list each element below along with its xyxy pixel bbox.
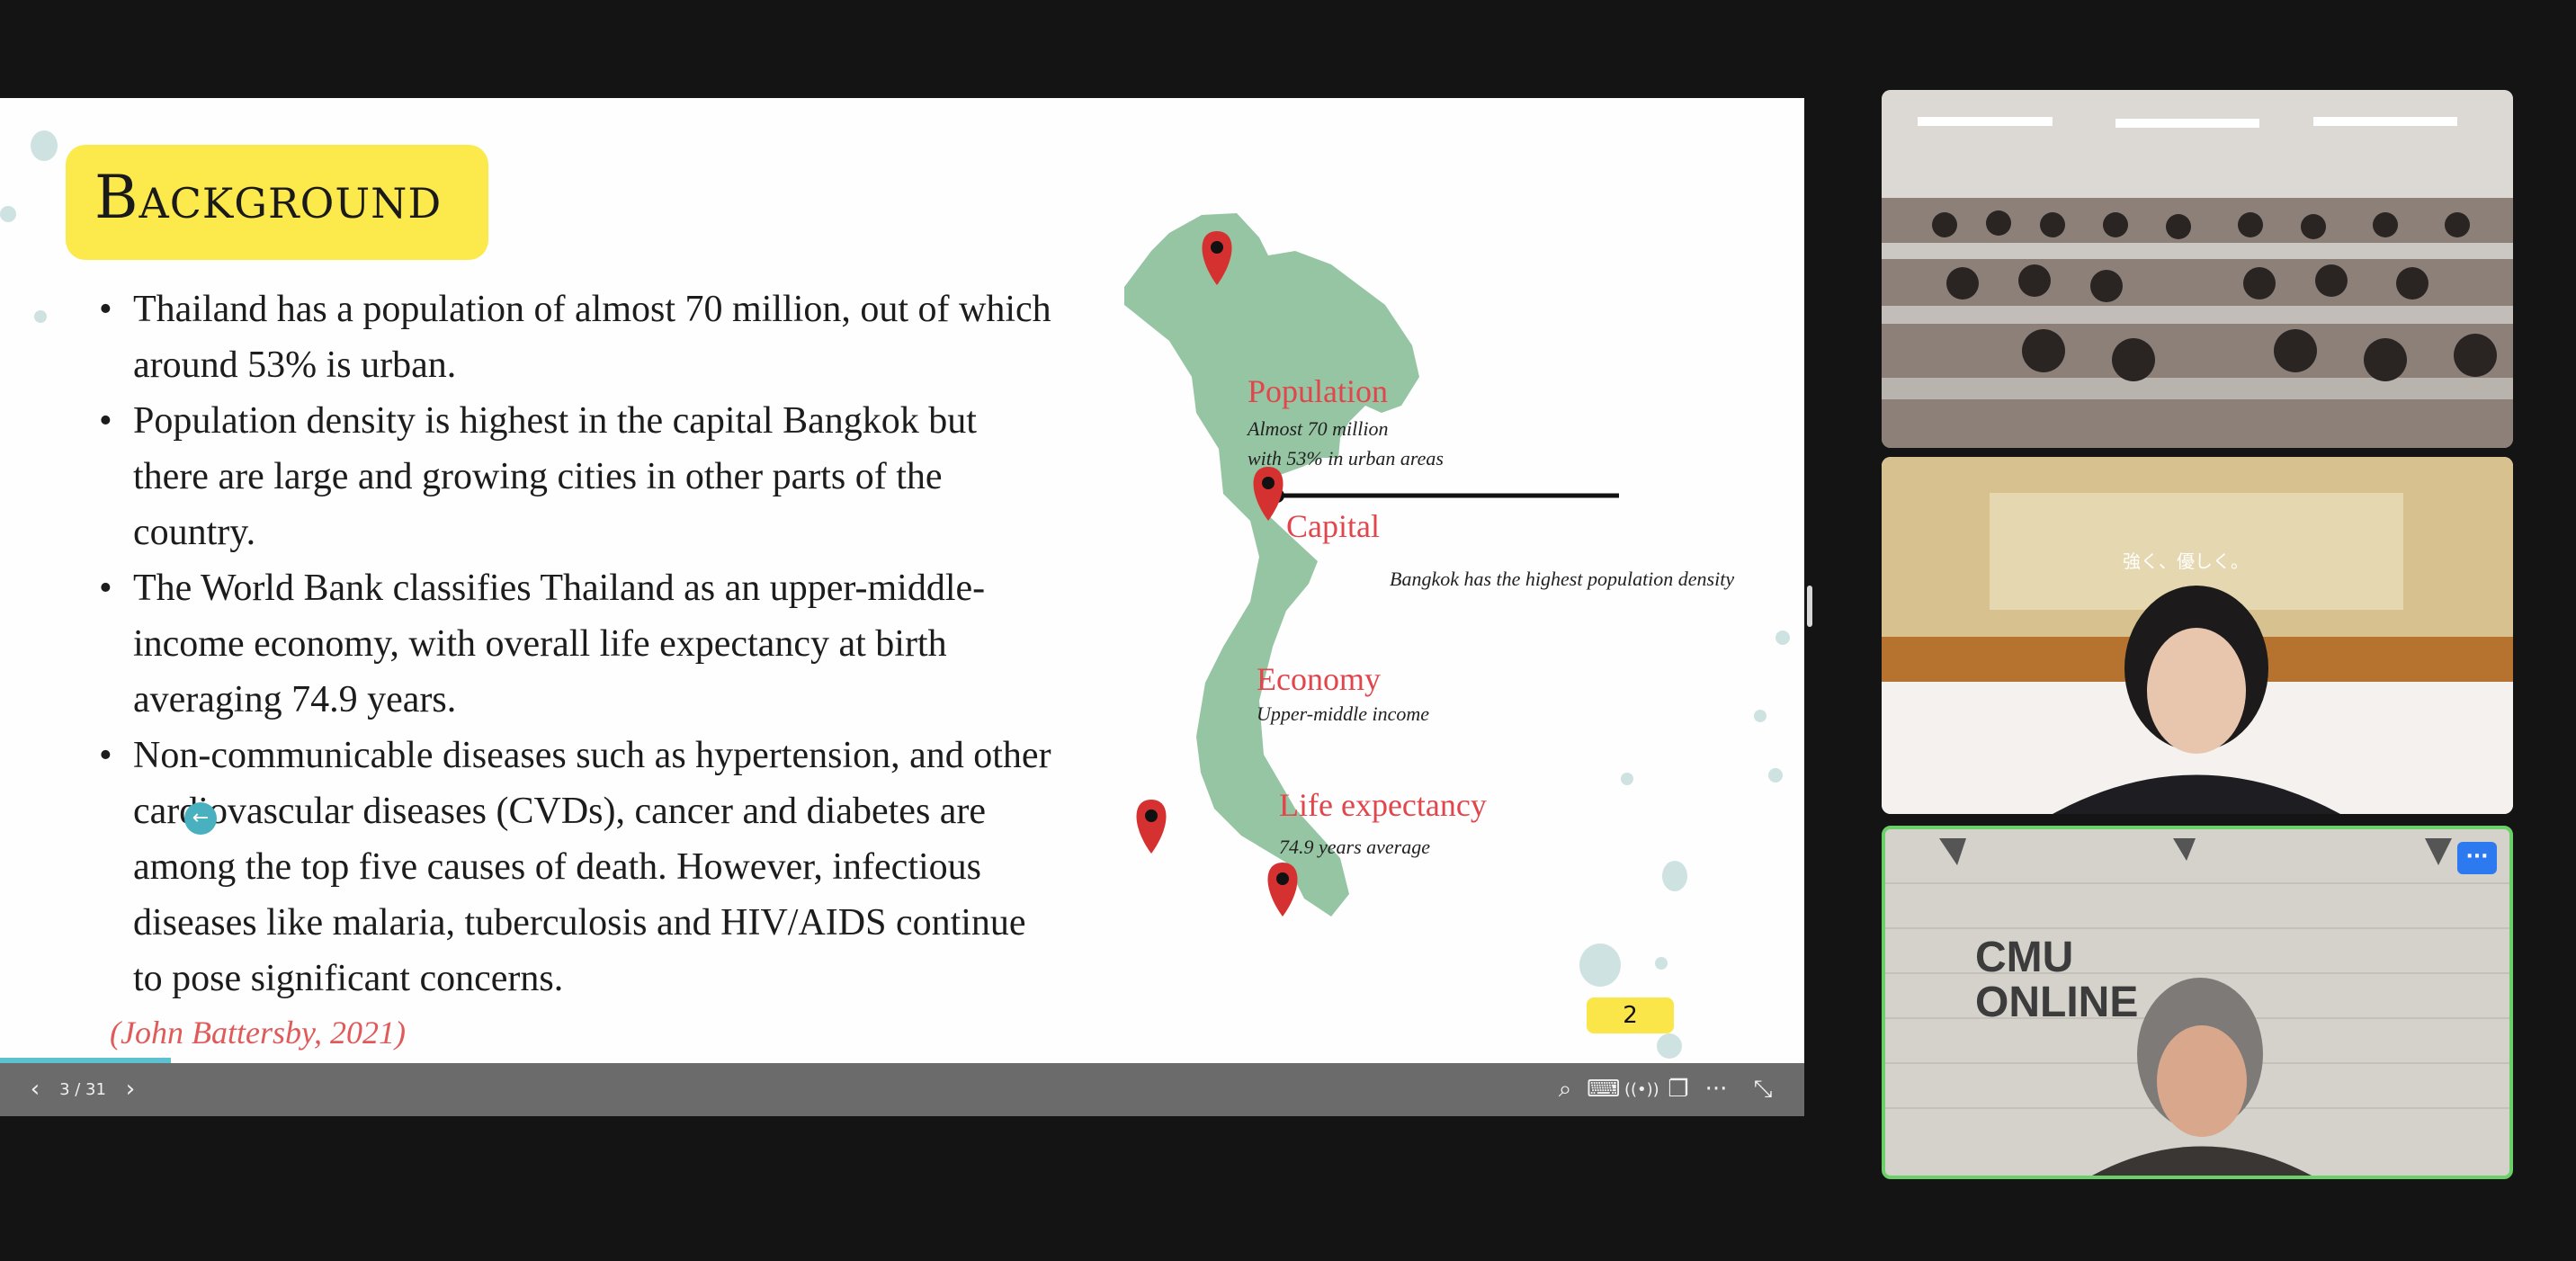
window-icon: ❐	[1668, 1076, 1689, 1103]
map-pin-icon	[1136, 800, 1167, 854]
decorative-dot	[1657, 1033, 1682, 1059]
decorative-dot	[1768, 768, 1783, 783]
slide-counter: 3 / 31	[59, 1080, 106, 1099]
participant-more-button[interactable]: ···	[2457, 842, 2497, 874]
classroom-video-feed	[1882, 90, 2513, 448]
slide-title-box: Background	[66, 145, 488, 260]
video-tile-presenter[interactable]: 強く、優しく。	[1882, 457, 2513, 814]
cmu-online-logo-text: CMU ONLINE	[1975, 934, 2139, 1026]
more-icon: ···	[2465, 845, 2489, 868]
keyboard-icon: ⌨	[1587, 1076, 1621, 1103]
presenter-toolbar: ‹ 3 / 31 › ⌕ ⌨ ((•)) ❐ ··· ⤡	[0, 1063, 1804, 1116]
panel-resize-handle[interactable]	[1807, 586, 1812, 627]
decorative-dot	[1579, 944, 1621, 987]
video-background-banner: 強く、優しく。	[2123, 550, 2249, 572]
chevron-right-icon: ›	[125, 1076, 136, 1103]
video-tile-cmu-online[interactable]: CMU ONLINE ···	[1882, 826, 2513, 1179]
decorative-dot	[1662, 861, 1687, 891]
decorative-dot	[1621, 773, 1633, 785]
map-label-economy: Economy	[1257, 661, 1381, 697]
slide-page-number: 2	[1587, 997, 1674, 1033]
thailand-map	[1124, 213, 1619, 917]
pointer-cursor: ←	[184, 802, 217, 835]
collapse-icon: ⤡	[1753, 1076, 1773, 1103]
bullet-item: Population density is highest in the cap…	[99, 393, 1061, 560]
map-note-capital: Bangkok has the highest population densi…	[1390, 568, 1735, 590]
decorative-dot	[0, 206, 16, 222]
window-button[interactable]: ❐	[1662, 1063, 1695, 1116]
map-label-population: Population	[1248, 373, 1389, 409]
map-pin-icon	[1267, 863, 1298, 917]
bullet-list: Thailand has a population of almost 70 m…	[99, 282, 1061, 1006]
map-label-capital: Capital	[1286, 508, 1380, 544]
decorative-dot	[1775, 630, 1790, 645]
arrow-left-icon: ←	[192, 807, 210, 829]
broadcast-button[interactable]: ((•))	[1624, 1063, 1659, 1116]
bullet-item: Thailand has a population of almost 70 m…	[99, 282, 1061, 393]
zoom-icon: ⌕	[1558, 1076, 1572, 1103]
zoom-button[interactable]: ⌕	[1549, 1063, 1581, 1116]
map-label-life-expectancy: Life expectancy	[1279, 787, 1487, 823]
exit-fullscreen-button[interactable]: ⤡	[1747, 1063, 1779, 1116]
map-sub-economy: Upper-middle income	[1257, 702, 1430, 725]
more-options-button[interactable]: ···	[1700, 1063, 1732, 1116]
bullet-item: The World Bank classifies Thailand as an…	[99, 560, 1061, 728]
map-sub-population: Almost 70 million	[1248, 417, 1389, 440]
bullet-item: Non-communicable diseases such as hypert…	[99, 728, 1061, 1006]
previous-slide-button[interactable]: ‹	[20, 1063, 50, 1116]
decorative-dot	[34, 310, 47, 323]
map-sub-population-urban: with 53% in urban areas	[1248, 447, 1444, 470]
broadcast-icon: ((•))	[1624, 1080, 1659, 1099]
slide-title: Background	[94, 163, 443, 232]
presenter-video-feed	[1882, 457, 2513, 814]
video-tile-classroom[interactable]	[1882, 90, 2513, 448]
more-icon: ···	[1704, 1076, 1728, 1103]
chevron-left-icon: ‹	[30, 1076, 40, 1103]
keyboard-button[interactable]: ⌨	[1587, 1063, 1621, 1116]
decorative-dot	[1754, 710, 1767, 722]
presentation-slide: Background Thailand has a population of …	[0, 98, 1804, 1063]
decorative-dot	[31, 130, 58, 161]
map-sub-life-expectancy: 74.9 years average	[1279, 836, 1431, 858]
citation: (John Battersby, 2021)	[110, 1015, 406, 1051]
decorative-dot	[1655, 957, 1668, 970]
next-slide-button[interactable]: ›	[115, 1063, 146, 1116]
